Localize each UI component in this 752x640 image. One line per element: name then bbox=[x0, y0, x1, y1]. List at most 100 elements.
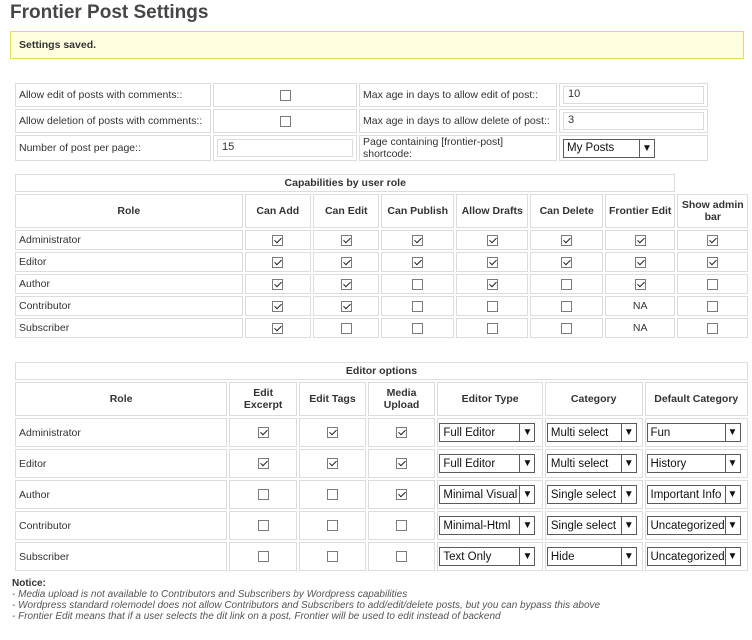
administrator-frontier-edit-checkbox[interactable] bbox=[634, 234, 646, 246]
editor-col-media-upload: Media Upload bbox=[367, 382, 436, 416]
author-can-edit-checkbox[interactable] bbox=[340, 278, 352, 290]
chevron-down-icon: ▼ bbox=[620, 517, 636, 534]
subscriber-can-delete-checkbox[interactable] bbox=[561, 322, 573, 334]
administrator-can-delete-checkbox[interactable] bbox=[561, 234, 573, 246]
allow-delete-comments-checkbox[interactable] bbox=[279, 115, 291, 127]
allow-edit-comments-checkbox[interactable] bbox=[279, 89, 291, 101]
administrator-edit-excerpt-checkbox[interactable] bbox=[257, 427, 269, 439]
author-can-add-checkbox[interactable] bbox=[272, 278, 284, 290]
contributor-allow-drafts-checkbox[interactable] bbox=[486, 300, 498, 312]
chevron-down-icon: ▼ bbox=[519, 486, 534, 503]
contributor-show-admin-bar-checkbox[interactable] bbox=[707, 300, 719, 312]
author-media-upload-checkbox[interactable] bbox=[396, 489, 408, 501]
subscriber-default-category-select[interactable]: Uncategorized ▼ bbox=[646, 547, 741, 566]
editor-can-delete-checkbox[interactable] bbox=[561, 256, 573, 268]
subscriber-can-add-checkbox[interactable] bbox=[272, 322, 284, 334]
contributor-can-publish-checkbox[interactable] bbox=[412, 300, 424, 312]
editor-can-edit-checkbox[interactable] bbox=[340, 256, 352, 268]
contributor-editor-type-select[interactable]: Minimal-Html ▼ bbox=[439, 516, 536, 535]
administrator-editor-type-select[interactable]: Full Editor ▼ bbox=[439, 423, 536, 442]
shortcode-page-select[interactable]: My Posts ▼ bbox=[563, 138, 655, 158]
subscriber-editor-type-select[interactable]: Text Only ▼ bbox=[439, 547, 536, 566]
chevron-down-icon: ▼ bbox=[724, 424, 740, 441]
subscriber-can-edit-checkbox[interactable] bbox=[340, 322, 352, 334]
editor-col-edit-excerpt: Edit Excerpt bbox=[229, 382, 298, 416]
editor-media-upload-checkbox[interactable] bbox=[396, 458, 408, 470]
contributor-can-add-checkbox[interactable] bbox=[272, 300, 284, 312]
subscriber-media-upload-checkbox[interactable] bbox=[396, 551, 408, 563]
author-show-admin-bar-checkbox[interactable] bbox=[707, 278, 719, 290]
editor-frontier-edit-checkbox[interactable] bbox=[634, 256, 646, 268]
administrator-can-add-checkbox[interactable] bbox=[272, 234, 284, 246]
role-label: Editor bbox=[15, 449, 228, 478]
na-label: NA bbox=[632, 322, 648, 334]
author-can-delete-checkbox[interactable] bbox=[561, 278, 573, 290]
editor-col-edit-tags: Edit Tags bbox=[299, 382, 366, 416]
settings-saved-notice: Settings saved. bbox=[10, 31, 744, 59]
cap-col-allow-drafts: Allow Drafts bbox=[455, 194, 529, 228]
author-category-select[interactable]: Single select ▼ bbox=[546, 485, 637, 504]
editor-edit-excerpt-checkbox[interactable] bbox=[257, 458, 269, 470]
general-settings-table: Allow edit of posts with comments:: Max … bbox=[13, 81, 710, 163]
contributor-category-select-value: Single select bbox=[550, 519, 617, 532]
administrator-default-category-select[interactable]: Fun ▼ bbox=[646, 423, 741, 442]
author-can-publish-checkbox[interactable] bbox=[412, 278, 424, 290]
editor-default-category-select[interactable]: History ▼ bbox=[646, 454, 741, 473]
author-frontier-edit-checkbox[interactable] bbox=[634, 278, 646, 290]
author-editor-type-select[interactable]: Minimal Visual ▼ bbox=[439, 485, 536, 504]
author-default-category-select[interactable]: Important Info ▼ bbox=[646, 485, 741, 504]
editor-show-admin-bar-checkbox[interactable] bbox=[707, 256, 719, 268]
table-row: Subscriber NA bbox=[15, 318, 748, 338]
role-label: Contributor bbox=[15, 511, 228, 540]
administrator-category-select[interactable]: Multi select ▼ bbox=[546, 423, 637, 442]
contributor-media-upload-checkbox[interactable] bbox=[396, 520, 408, 532]
author-category-select-value: Single select bbox=[550, 488, 617, 501]
contributor-can-edit-checkbox[interactable] bbox=[340, 300, 352, 312]
subscriber-show-admin-bar-checkbox[interactable] bbox=[707, 322, 719, 334]
max-age-delete-input[interactable]: 3 bbox=[563, 112, 704, 130]
allow-delete-comments-label: Allow deletion of posts with comments:: bbox=[15, 109, 211, 133]
contributor-edit-tags-checkbox[interactable] bbox=[326, 520, 338, 532]
administrator-edit-tags-checkbox[interactable] bbox=[326, 427, 338, 439]
role-label: Author bbox=[15, 274, 243, 294]
administrator-allow-drafts-checkbox[interactable] bbox=[486, 234, 498, 246]
subscriber-allow-drafts-checkbox[interactable] bbox=[486, 322, 498, 334]
administrator-can-publish-checkbox[interactable] bbox=[412, 234, 424, 246]
contributor-can-delete-checkbox[interactable] bbox=[561, 300, 573, 312]
role-label: Contributor bbox=[15, 296, 243, 316]
subscriber-edit-tags-checkbox[interactable] bbox=[326, 551, 338, 563]
subscriber-category-select[interactable]: Hide ▼ bbox=[546, 547, 637, 566]
notice-block: Notice: - Media upload is not available … bbox=[12, 578, 747, 622]
contributor-default-category-select[interactable]: Uncategorized ▼ bbox=[646, 516, 741, 535]
table-row: Editor Full Editor ▼ Multi select ▼ History ▼ bbox=[15, 449, 748, 478]
editor-can-publish-checkbox[interactable] bbox=[412, 256, 424, 268]
administrator-show-admin-bar-checkbox[interactable] bbox=[707, 234, 719, 246]
administrator-can-edit-checkbox[interactable] bbox=[340, 234, 352, 246]
editor-col-category: Category bbox=[544, 382, 643, 416]
subscriber-can-publish-checkbox[interactable] bbox=[412, 322, 424, 334]
administrator-category-select-value: Multi select bbox=[550, 426, 609, 439]
contributor-edit-excerpt-checkbox[interactable] bbox=[257, 520, 269, 532]
editor-category-select[interactable]: Multi select ▼ bbox=[546, 454, 637, 473]
author-default-category-select-value: Important Info bbox=[650, 488, 722, 501]
author-edit-tags-checkbox[interactable] bbox=[326, 489, 338, 501]
editor-can-add-checkbox[interactable] bbox=[272, 256, 284, 268]
editor-editor-type-select[interactable]: Full Editor ▼ bbox=[439, 454, 536, 473]
max-age-edit-input[interactable]: 10 bbox=[563, 86, 704, 104]
posts-per-page-input[interactable]: 15 bbox=[217, 139, 353, 157]
contributor-category-select[interactable]: Single select ▼ bbox=[546, 516, 637, 535]
notice-line: - Frontier Edit means that if a user sel… bbox=[12, 611, 501, 622]
editor-edit-tags-checkbox[interactable] bbox=[326, 458, 338, 470]
administrator-default-category-select-value: Fun bbox=[650, 426, 671, 439]
chevron-down-icon: ▼ bbox=[724, 517, 740, 534]
author-allow-drafts-checkbox[interactable] bbox=[486, 278, 498, 290]
page-title: Frontier Post Settings bbox=[10, 2, 209, 23]
capabilities-table: Capabilities by user role Role Can Add Can… bbox=[13, 172, 750, 340]
administrator-media-upload-checkbox[interactable] bbox=[396, 427, 408, 439]
chevron-down-icon: ▼ bbox=[724, 548, 740, 565]
editor-allow-drafts-checkbox[interactable] bbox=[486, 256, 498, 268]
author-edit-excerpt-checkbox[interactable] bbox=[257, 489, 269, 501]
subscriber-edit-excerpt-checkbox[interactable] bbox=[257, 551, 269, 563]
role-label: Editor bbox=[15, 252, 243, 272]
editor-options-header: Editor options bbox=[15, 362, 748, 380]
